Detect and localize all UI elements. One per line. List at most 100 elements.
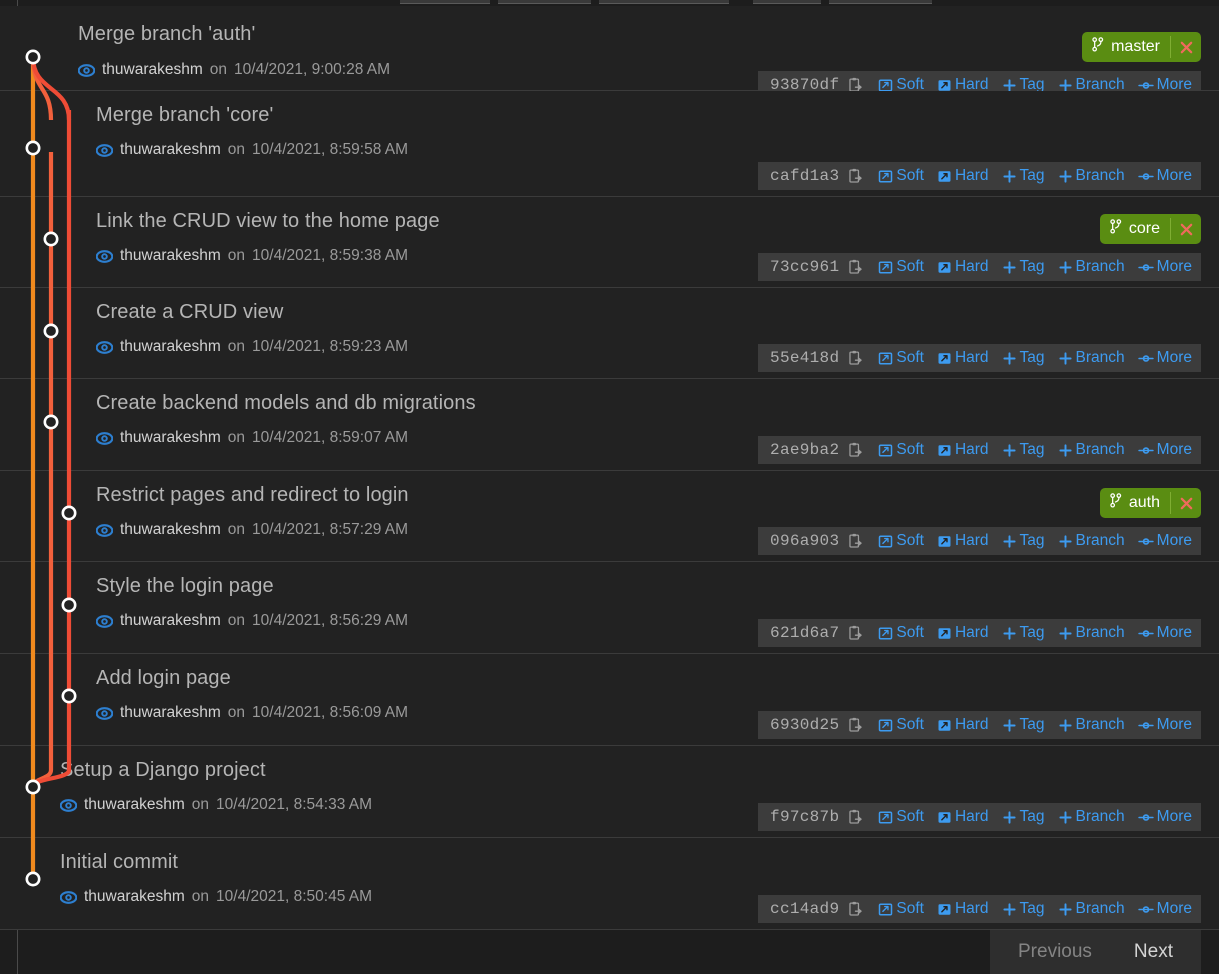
commit-meta: thuwarakeshm on 10/4/2021, 8:56:09 AM [95, 704, 408, 722]
copy-hash-button[interactable] [846, 624, 864, 642]
commit-row[interactable]: Merge branch 'auth' thuwarakeshm on 10/4/20… [0, 6, 1219, 99]
tag-icon [1002, 902, 1017, 917]
more-options-button[interactable]: More [1137, 900, 1192, 918]
reset-hard-button[interactable]: Hard [937, 167, 989, 185]
cutoff-toolbar-segment-1[interactable] [498, 0, 591, 4]
branch-badge[interactable]: core [1099, 214, 1201, 244]
add-tag-button[interactable]: Tag [1002, 532, 1045, 550]
add-tag-button[interactable]: Tag [1002, 167, 1045, 185]
commit-row[interactable]: Link the CRUD view to the home page thuwa… [0, 197, 1219, 288]
reset-hard-icon [938, 352, 951, 364]
reset-hard-button[interactable]: Hard [937, 258, 989, 276]
cutoff-toolbar-segment-4[interactable] [829, 0, 932, 4]
reset-soft-button[interactable]: Soft [878, 349, 924, 367]
reset-hard-button[interactable]: Hard [937, 716, 989, 734]
eye-icon[interactable] [95, 142, 114, 159]
commit-row[interactable]: Add login page thuwarakeshm on 10/4/2021, 8… [0, 654, 1219, 746]
reset-soft-button[interactable]: Soft [878, 441, 924, 459]
add-tag-button[interactable]: Tag [1002, 808, 1045, 826]
reset-hard-button[interactable]: Hard [937, 532, 989, 550]
commit-row[interactable]: Create a CRUD view thuwarakeshm on 10/4/202… [0, 288, 1219, 379]
cutoff-toolbar-segment-0[interactable] [400, 0, 490, 4]
add-branch-button[interactable]: Branch [1058, 900, 1125, 918]
eye-icon[interactable] [95, 248, 114, 265]
eye-icon[interactable] [95, 613, 114, 630]
copy-hash-button[interactable] [846, 716, 864, 734]
commit-row[interactable]: Initial commit thuwarakeshm on 10/4/2021, 8… [0, 838, 1219, 930]
reset-hard-button-label: Hard [954, 900, 989, 917]
reset-hard-button[interactable]: Hard [937, 441, 989, 459]
reset-soft-button[interactable]: Soft [878, 808, 924, 826]
more-options-button[interactable]: More [1137, 349, 1192, 367]
add-branch-button-label: Branch [1075, 808, 1125, 825]
copy-hash-button[interactable] [846, 900, 864, 918]
branch-badge[interactable]: auth [1099, 488, 1201, 518]
copy-hash-button[interactable] [846, 441, 864, 459]
add-tag-button[interactable]: Tag [1002, 258, 1045, 276]
eye-icon[interactable] [95, 522, 114, 539]
copy-hash-button[interactable] [846, 167, 864, 185]
branch-badge[interactable]: master [1082, 32, 1201, 62]
more-options-button-label: More [1156, 532, 1192, 549]
add-tag-button[interactable]: Tag [1002, 441, 1045, 459]
reset-hard-button[interactable]: Hard [937, 624, 989, 642]
eye-icon[interactable] [59, 889, 78, 906]
eye-icon[interactable] [95, 430, 114, 447]
commit-author: thuwarakeshm [84, 796, 185, 813]
add-tag-button[interactable]: Tag [1002, 900, 1045, 918]
eye-icon[interactable] [77, 62, 96, 79]
more-options-button[interactable]: More [1137, 532, 1192, 550]
commit-row[interactable]: Create backend models and db migrations t… [0, 379, 1219, 471]
eye-icon[interactable] [95, 705, 114, 722]
add-branch-button[interactable]: Branch [1058, 624, 1125, 642]
more-options-button[interactable]: More [1137, 808, 1192, 826]
add-tag-button[interactable]: Tag [1002, 716, 1045, 734]
add-branch-button[interactable]: Branch [1058, 258, 1125, 276]
copy-hash-button[interactable] [846, 258, 864, 276]
more-icon [1137, 902, 1154, 917]
more-options-button[interactable]: More [1137, 441, 1192, 459]
cutoff-toolbar-segment-2[interactable] [599, 0, 729, 4]
previous-page-button[interactable]: Previous [1012, 937, 1098, 967]
reset-soft-button[interactable]: Soft [878, 716, 924, 734]
add-tag-button-label: Tag [1019, 900, 1045, 917]
copy-hash-button[interactable] [846, 808, 864, 826]
delete-branch-button[interactable] [1171, 214, 1201, 244]
add-branch-button[interactable]: Branch [1058, 808, 1125, 826]
reset-hard-button[interactable]: Hard [937, 349, 989, 367]
reset-soft-button[interactable]: Soft [878, 900, 924, 918]
commit-row[interactable]: Merge branch 'core' thuwarakeshm on 10/4/20… [0, 91, 1219, 197]
delete-branch-button[interactable] [1171, 32, 1201, 62]
commit-row[interactable]: Style the login page thuwarakeshm on 10/4/2… [0, 562, 1219, 654]
add-branch-button[interactable]: Branch [1058, 441, 1125, 459]
reset-soft-button[interactable]: Soft [878, 532, 924, 550]
add-tag-button[interactable]: Tag [1002, 624, 1045, 642]
reset-hard-button[interactable]: Hard [937, 808, 989, 826]
eye-icon[interactable] [59, 797, 78, 814]
add-branch-button[interactable]: Branch [1058, 532, 1125, 550]
add-branch-button[interactable]: Branch [1058, 167, 1125, 185]
cutoff-toolbar-segment-3[interactable] [753, 0, 821, 4]
reset-soft-button[interactable]: Soft [878, 624, 924, 642]
add-tag-button[interactable]: Tag [1002, 349, 1045, 367]
add-branch-button[interactable]: Branch [1058, 349, 1125, 367]
more-options-button[interactable]: More [1137, 624, 1192, 642]
more-options-button[interactable]: More [1137, 258, 1192, 276]
add-branch-button[interactable]: Branch [1058, 716, 1125, 734]
copy-hash-button[interactable] [846, 349, 864, 367]
branch-badge-name-group[interactable]: auth [1100, 488, 1170, 518]
more-options-button[interactable]: More [1137, 716, 1192, 734]
commit-row[interactable]: Setup a Django project thuwarakeshm on 10/4… [0, 746, 1219, 838]
more-options-button[interactable]: More [1137, 167, 1192, 185]
delete-branch-button[interactable] [1171, 488, 1201, 518]
eye-icon[interactable] [95, 339, 114, 356]
branch-badge-name-group[interactable]: master [1082, 32, 1170, 62]
reset-hard-button[interactable]: Hard [937, 900, 989, 918]
reset-soft-button[interactable]: Soft [878, 167, 924, 185]
commit-row[interactable]: Restrict pages and redirect to login thuw… [0, 471, 1219, 562]
commit-date-prefix: on [227, 338, 246, 355]
next-page-button[interactable]: Next [1128, 937, 1179, 967]
copy-hash-button[interactable] [846, 532, 864, 550]
branch-badge-name-group[interactable]: core [1100, 214, 1170, 244]
reset-soft-button[interactable]: Soft [878, 258, 924, 276]
